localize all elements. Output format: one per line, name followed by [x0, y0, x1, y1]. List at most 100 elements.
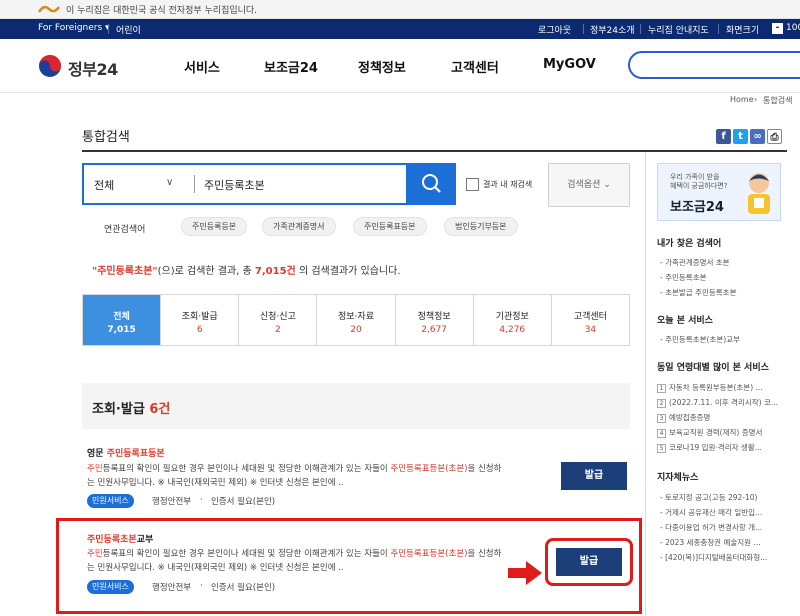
search-input[interactable]: 주민등록초본 — [204, 177, 265, 193]
tab-count: 20 — [350, 325, 362, 335]
taegeuk-logo-icon[interactable] — [38, 54, 62, 78]
zoom-out-button[interactable]: - — [772, 23, 783, 34]
related-tag[interactable]: 주민등록등본 — [181, 217, 248, 236]
recent-search-item[interactable]: - 주민등록초본 — [660, 272, 707, 283]
peer-service-item[interactable]: 2 (2022.7.11. 이후 격리시작) 코... — [657, 397, 778, 408]
peer-services-title: 동일 연령대별 많이 본 서비스 — [657, 363, 769, 373]
chevron-down-icon[interactable]: ∨ — [166, 177, 173, 188]
annotation-button-outline — [545, 538, 633, 586]
category-tabs: 전체 7,015 조회·발급 6 신청·신고 2 정보·자료 20 정책정보 2,677 … — [82, 294, 630, 346]
result-description: 주민등록표의 확인이 필요한 경우 본인이나 세대원 및 정당한 이해관계가 있… — [87, 462, 557, 490]
tab-agency[interactable]: 기관정보 4,276 — [473, 295, 552, 345]
subsidy24-banner[interactable]: 우리 가족이 받을 혜택이 궁금하다면? 보조금24 — [657, 163, 781, 221]
tab-label: 조회·발급 — [181, 312, 218, 322]
section-title: 조회·발급 — [92, 402, 145, 417]
search-within-label: 결과 내 재검색 — [483, 180, 533, 189]
for-foreigners-link[interactable]: For Foreigners ▾ — [38, 23, 110, 33]
divider — [583, 24, 584, 34]
nav-policy-info[interactable]: 정책정보 — [358, 57, 406, 76]
search-options-button[interactable]: 검색옵션 ⌄ — [548, 163, 630, 207]
peer-service-item[interactable]: 1 자동차 등록원부등본(초본) ... — [657, 382, 763, 393]
tab-label: 전체 — [113, 312, 130, 322]
nav-mygov[interactable]: MyGOV — [543, 57, 596, 72]
tab-label: 정책정보 — [417, 312, 451, 322]
news-item[interactable]: - [420(목)]디지털배움터대화형... — [660, 552, 767, 563]
search-icon — [422, 174, 441, 193]
utility-bar: For Foreigners ▾ 어린이 로그아웃 정부24소개 누리집 안내지… — [0, 19, 800, 39]
news-item[interactable]: - 토로지정 공고(고등 292-10) — [660, 492, 757, 503]
issue-button[interactable]: 발급 — [561, 462, 627, 490]
tab-apply-report[interactable]: 신청·신고 2 — [239, 295, 318, 345]
tab-policy[interactable]: 정책정보 2,677 — [395, 295, 474, 345]
related-tag[interactable]: 법인등기부등본 — [444, 217, 518, 236]
banner-line2: 혜택이 궁금하다면? — [670, 182, 728, 190]
banner-title: 보조금24 — [670, 200, 724, 215]
related-tag[interactable]: 가족관계증명서 — [262, 217, 336, 236]
logout-link[interactable]: 로그아웃 — [538, 23, 571, 36]
nav-customer-center[interactable]: 고객센터 — [451, 57, 499, 76]
title-highlight: 주민등록표등본 — [106, 449, 165, 459]
section-header: 조회·발급 6건 — [82, 383, 630, 429]
title-prefix: 영문 — [87, 449, 107, 459]
sidebar-divider — [645, 152, 646, 616]
tab-lookup-issue[interactable]: 조회·발급 6 — [161, 295, 240, 345]
nav-subsidy24[interactable]: 보조금24 — [264, 57, 318, 76]
tab-label: 정보·자료 — [338, 312, 374, 322]
local-news-title: 지자체뉴스 — [657, 473, 699, 483]
viewed-service-item[interactable]: - 주민등록초본(초본)교부 — [660, 334, 740, 345]
section-count: 6건 — [149, 402, 171, 417]
tab-label: 신청·신고 — [259, 312, 296, 322]
divider — [640, 24, 641, 34]
zoom-level: 100 — [786, 23, 800, 33]
breadcrumb-current: 통합검색 — [763, 96, 793, 105]
facebook-icon[interactable]: f — [716, 129, 731, 144]
search-within-checkbox[interactable] — [466, 178, 479, 191]
summary-tail: 의 검색결과가 있습니다. — [295, 266, 401, 277]
header-search-input[interactable] — [628, 51, 800, 79]
nav-services[interactable]: 서비스 — [184, 57, 220, 76]
peer-service-item[interactable]: 3 예방접종증명 — [657, 412, 710, 423]
recent-search-item[interactable]: - 초본발급 주민등록초본 — [660, 287, 736, 298]
status-badge: 민원서비스 — [87, 494, 134, 508]
tab-count: 6 — [196, 325, 203, 335]
gov-banner: 이 누리집은 대한민국 공식 전자정부 누리집입니다. — [0, 0, 800, 19]
peer-service-item[interactable]: 4 보육교직원 경력(재직) 증명서 — [657, 427, 762, 438]
news-item[interactable]: - 거제시 공유재산 매각 일반입... — [660, 507, 762, 518]
kids-link[interactable]: 어린이 — [116, 23, 141, 36]
divider — [108, 24, 109, 34]
site-guide-link[interactable]: 누리집 안내지도 — [648, 23, 709, 36]
news-item[interactable]: - 다중이용업 허가 변경사항 개... — [660, 522, 762, 533]
meta-separator: · — [200, 495, 203, 505]
peer-service-item[interactable]: 5 코로나19 입원·격리자 생활... — [657, 442, 762, 453]
result-agency: 행정안전부 — [152, 497, 192, 507]
recent-search-item[interactable]: - 가족관계증명서 초본 — [660, 257, 730, 268]
viewed-services-title: 오늘 본 서비스 — [657, 316, 713, 326]
desc-text: 등록표의 확인이 필요한 경우 본인이나 세대원 및 정당한 이해관계가 있는 … — [102, 464, 391, 474]
result-title[interactable]: 영문 주민등록표등본 — [87, 446, 165, 459]
tab-count: 34 — [584, 325, 597, 335]
desc-text: 을 신청하 — [467, 464, 502, 474]
logo-text[interactable]: 정부24 — [68, 56, 118, 80]
desc-highlight: 주민 — [87, 464, 103, 474]
peer-service-label: 코로나19 입원·격리자 생활... — [669, 443, 762, 452]
search-button[interactable] — [406, 163, 456, 205]
print-icon[interactable]: ⎙ — [767, 129, 782, 144]
breadcrumb-home[interactable]: Home — [730, 95, 754, 104]
peer-service-label: 자동차 등록원부등본(초본) ... — [669, 383, 763, 392]
link-icon[interactable]: ∞ — [750, 129, 765, 144]
search-scope-select[interactable]: 전체 — [94, 177, 114, 193]
related-tag[interactable]: 주민등록표등본 — [353, 217, 427, 236]
tab-count: 4,276 — [499, 325, 526, 335]
tab-all[interactable]: 전체 7,015 — [83, 295, 162, 345]
summary-keyword: "주민등록초본" — [92, 266, 158, 277]
about-link[interactable]: 정부24소개 — [590, 23, 635, 36]
tab-count: 7,015 — [107, 325, 136, 335]
divider — [194, 175, 195, 193]
tab-customer-center[interactable]: 고객센터 34 — [551, 295, 629, 345]
desc-highlight: 주민등록표등본(초본) — [390, 464, 468, 474]
tab-info-data[interactable]: 정보·자료 20 — [317, 295, 396, 345]
character-icon — [748, 173, 770, 214]
news-item[interactable]: - 2023 세종충청권 예술지원 ... — [660, 537, 761, 548]
twitter-icon[interactable]: t — [733, 129, 748, 144]
search-box: 전체 ∨ 주민등록초본 — [82, 163, 440, 205]
